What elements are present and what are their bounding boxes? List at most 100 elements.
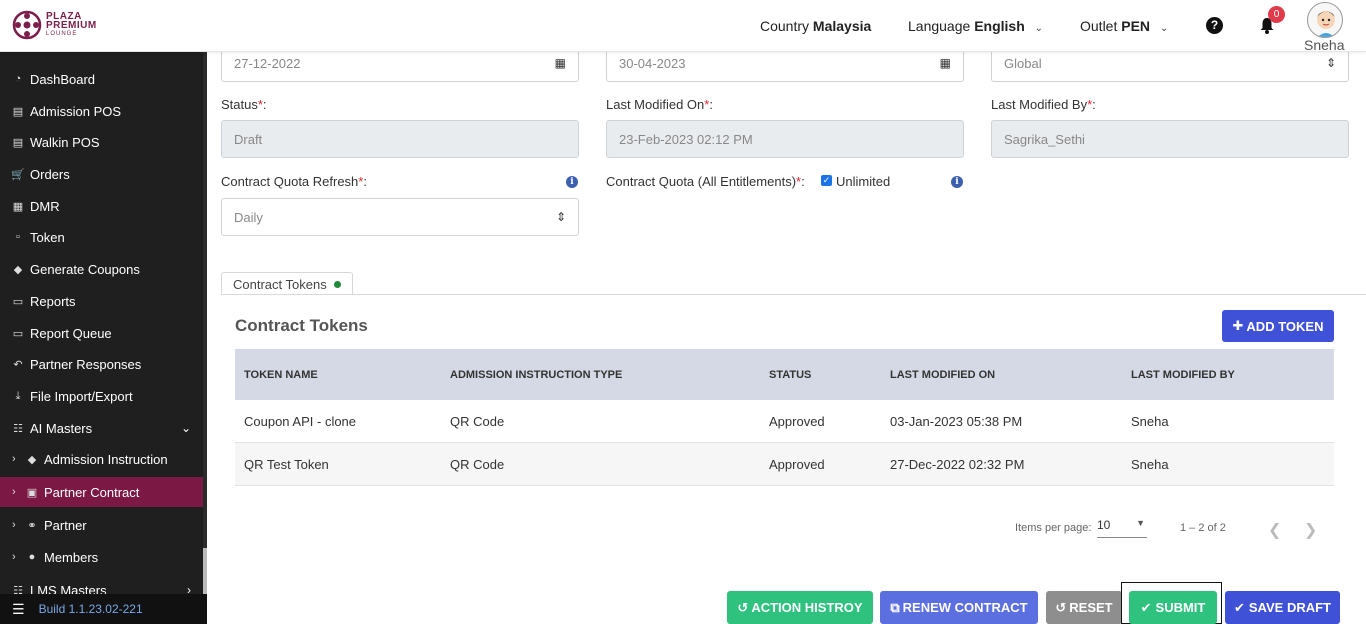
sitemap-icon: ☷ [13,422,23,435]
brand-line-2: PREMIUM [46,19,97,31]
column-header[interactable]: LAST MODIFIED BY [1131,369,1235,381]
sidebar-item-file-import-export[interactable]: ⤓ File Import/Export [0,381,203,411]
sidebar-item-ai-masters[interactable]: ☷ AI Masters ⌄ [0,413,203,443]
last-modified-on-label-text: Last Modified On [606,97,705,112]
main-content: 27-12-2022 ▦ 30-04-2023 ▦ Global ⇕ Statu… [207,52,1366,624]
id-card-icon: ▤ [12,136,24,149]
sidebar-item-dashboard[interactable]: ◔ DashBoard [0,64,203,94]
sidebar-item-partner-contract[interactable]: › ▣ Partner Contract [0,477,203,507]
next-page-icon[interactable]: ❯ [1304,520,1317,540]
sidebar-item-orders[interactable]: 🛒 Orders [0,159,203,189]
book-icon: ▭ [12,327,24,340]
tab-divider [221,294,1366,295]
sidebar-item-reports[interactable]: ▭ Reports [0,286,203,316]
sidebar-item-admission-instruction[interactable]: › ◆ Admission Instruction [0,444,203,474]
start-date-value: 27-12-2022 [234,55,301,71]
build-version: Build 1.1.23.02-221 [38,602,143,616]
sidebar-item-report-queue[interactable]: ▭ Report Queue [0,318,203,348]
renew-contract-button[interactable]: ⧉ RENEW CONTRACT [880,591,1038,624]
calendar-icon: ▦ [12,200,24,213]
action-history-label: ACTION HISTROY [751,600,863,615]
caret-down-icon: ▼ [1136,518,1145,528]
sidebar-item-label: DMR [30,198,60,214]
chevron-right-icon: › [12,551,16,563]
chevron-right-icon: › [12,486,16,498]
column-header[interactable]: LAST MODIFIED ON [890,369,995,381]
sidebar-item-partner-responses[interactable]: ↶ Partner Responses [0,349,203,379]
copy-icon: ⧉ [890,599,900,615]
start-date-input[interactable]: 27-12-2022 ▦ [221,52,579,82]
end-date-value: 30-04-2023 [619,55,686,71]
country-selector[interactable]: Country Malaysia [760,18,871,34]
sidebar-item-generate-coupons[interactable]: ◆ Generate Coupons [0,254,203,284]
history-icon: ↺ [737,599,749,615]
tab-contract-tokens[interactable]: Contract Tokens [221,272,353,295]
table-cell: Approved [769,413,825,429]
unlimited-label: Unlimited [836,174,891,189]
unlimited-checkbox[interactable]: ✓ [821,175,832,186]
sidebar-item-walkin-pos[interactable]: ▤ Walkin POS [0,127,203,157]
items-per-page-value: 10 [1097,518,1111,532]
quota-label-text: Contract Quota (All Entitlements) [606,174,797,189]
action-history-button[interactable]: ↺ ACTION HISTROY [727,591,873,624]
calendar-icon[interactable]: ▦ [940,56,951,70]
language-value: English [974,18,1025,34]
submit-label: SUBMIT [1155,600,1206,615]
calendar-icon[interactable]: ▦ [555,56,566,70]
table-cell: QR Code [450,456,505,472]
notification-badge: 0 [1268,6,1285,23]
info-icon[interactable]: i [566,176,578,188]
sidebar-item-label: Orders [30,166,70,182]
table-row[interactable]: Coupon API - clone QR Code Approved 03-J… [235,400,1334,443]
column-header[interactable]: STATUS [769,369,811,381]
language-selector[interactable]: Language English ⌄ [908,18,1043,34]
brand-logo[interactable]: PLAZA PREMIUM LOUNGE [12,10,97,40]
info-icon[interactable]: i [951,176,963,188]
items-per-page-select[interactable]: 10 ▼ [1097,518,1147,538]
label-colon: : [262,97,267,112]
country-value: Malaysia [812,18,872,34]
sort-icon: ⇕ [555,210,566,224]
previous-page-icon[interactable]: ❮ [1268,520,1281,540]
sidebar-item-token[interactable]: ▫ Token [0,222,203,252]
region-select[interactable]: Global ⇕ [991,52,1349,82]
status-label: Status*: [221,97,267,112]
reset-icon: ↺ [1055,599,1067,615]
last-modified-on-field: 23-Feb-2023 02:12 PM [606,120,964,158]
column-header[interactable]: ADMISSION INSTRUCTION TYPE [450,369,622,381]
last-modified-by-field: Sagrika_Sethi [991,120,1349,158]
sort-icon: ⇕ [1325,56,1336,70]
outlet-selector[interactable]: Outlet PEN ⌄ [1080,18,1168,34]
brand-line-3: LOUNGE [46,30,78,37]
reset-button[interactable]: ↺ RESET [1046,591,1122,624]
sidebar-item-admission-pos[interactable]: ▤ Admission POS [0,96,203,126]
chevron-down-icon: ⌄ [180,421,191,435]
sidebar-item-dmr[interactable]: ▦ DMR [0,191,203,221]
add-token-button[interactable]: ✚ ADD TOKEN [1222,310,1334,342]
submit-button[interactable]: ✔ SUBMIT [1129,591,1217,624]
last-modified-by-value: Sagrika_Sethi [1004,131,1085,147]
sidebar-item-partner[interactable]: › ⚭ Partner [0,510,203,540]
outlet-label: Outlet [1080,18,1118,34]
user-name[interactable]: Sneha [1304,37,1344,53]
sidebar-item-members[interactable]: › ● Members [0,542,203,572]
user-avatar-icon [1317,11,1335,37]
label-colon: : [1092,97,1096,112]
quota-refresh-select[interactable]: Daily ⇕ [221,198,579,236]
status-dot-icon [333,281,341,288]
quota-refresh-label-text: Contract Quota Refresh [221,174,359,189]
sidebar-item-label: Report Queue [30,325,112,341]
help-icon[interactable]: ? [1206,17,1223,34]
sidebar-item-label: Members [44,549,99,565]
status-label-text: Status [221,97,258,112]
save-draft-button[interactable]: ✔ SAVE DRAFT [1225,591,1340,624]
avatar[interactable] [1307,2,1343,38]
column-header[interactable]: TOKEN NAME [244,369,318,381]
table-cell: Coupon API - clone [244,413,357,429]
menu-icon[interactable]: ☰ [12,601,25,618]
sidebar: ◔ DashBoard ▤ Admission POS ▤ Walkin POS… [0,52,207,624]
table-row[interactable]: QR Test Token QR Code Approved 27-Dec-20… [235,443,1334,486]
chevron-down-icon: ⌄ [1159,23,1169,34]
ticket-icon: ◆ [27,453,37,466]
end-date-input[interactable]: 30-04-2023 ▦ [606,52,964,82]
